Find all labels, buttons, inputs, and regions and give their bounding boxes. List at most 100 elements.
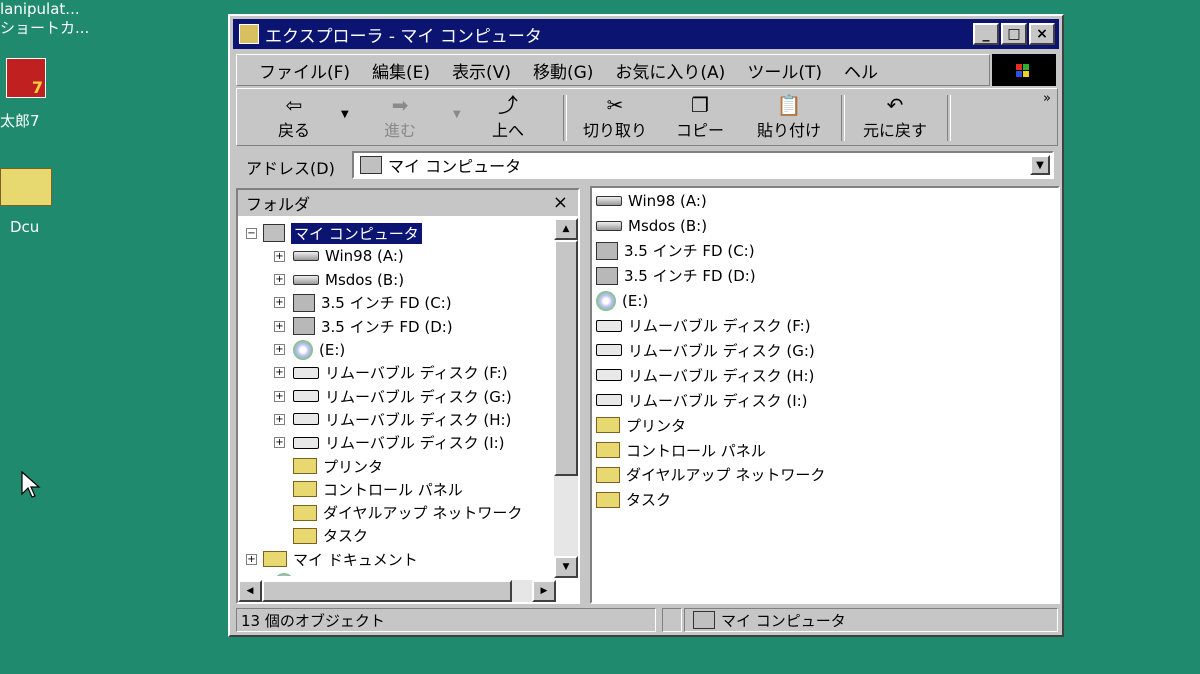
menu-view[interactable]: 表示(V) xyxy=(452,58,511,83)
menu-tools[interactable]: ツール(T) xyxy=(747,58,822,83)
address-dropdown-icon[interactable]: ▼ xyxy=(1030,155,1050,175)
list-item[interactable]: プリンタ xyxy=(596,414,686,436)
scroll-down-icon[interactable]: ▼ xyxy=(554,556,578,578)
tree-item[interactable]: + (E:) xyxy=(274,339,345,361)
cut-label: 切り取り xyxy=(582,121,647,140)
cut-button[interactable]: ✂ 切り取り xyxy=(573,93,657,143)
scroll-thumb[interactable] xyxy=(554,240,578,476)
expand-icon[interactable]: + xyxy=(274,390,285,402)
list-item-label: Msdos (B:) xyxy=(628,216,708,235)
folder-tree: − マイ コンピュータ + Win98 (A:) + Msdos (B:) +3.5 イ… xyxy=(238,220,556,576)
scroll-up-icon[interactable]: ▲ xyxy=(554,218,578,240)
fold-icon xyxy=(596,442,620,458)
tree-item-label: プリンタ xyxy=(323,457,384,476)
menu-file[interactable]: ファイル(F) xyxy=(259,58,350,83)
fd-icon xyxy=(293,317,315,336)
fold-icon xyxy=(596,466,620,483)
list-item[interactable]: リムーバブル ディスク (H:) xyxy=(596,364,814,386)
maximize-button[interactable]: □ xyxy=(1001,23,1027,45)
list-item[interactable]: コントロール パネル xyxy=(596,439,766,461)
taro7-desktop-icon[interactable]: 7 xyxy=(2,58,54,98)
expand-icon[interactable]: + xyxy=(246,553,257,565)
expand-icon[interactable]: + xyxy=(274,297,285,309)
list-item[interactable]: リムーバブル ディスク (F:) xyxy=(596,315,811,337)
scissors-icon: ✂ xyxy=(606,93,624,117)
tree-item[interactable]: + リムーバブル ディスク (H:) xyxy=(274,408,511,430)
tree-item[interactable]: + リムーバブル ディスク (F:) xyxy=(274,362,508,384)
folder-pane-close-icon[interactable]: × xyxy=(553,192,568,213)
tree-vertical-scrollbar[interactable]: ▲ ▼ xyxy=(554,218,578,578)
desktop-shortcut-label[interactable]: lanipulat... ショートカ... xyxy=(0,0,89,38)
list-item[interactable]: リムーバブル ディスク (I:) xyxy=(596,389,808,411)
window-title: エクスプローラ - マイ コンピュータ xyxy=(265,26,542,47)
up-button[interactable]: ⤴ 上へ xyxy=(473,93,543,143)
list-item-label: ダイヤルアップ ネットワーク xyxy=(626,466,826,485)
list-item[interactable]: 3.5 インチ FD (D:) xyxy=(596,265,756,287)
list-item[interactable]: リムーバブル ディスク (G:) xyxy=(596,339,815,361)
back-dropdown-icon[interactable]: ▼ xyxy=(341,109,349,120)
expand-icon[interactable]: + xyxy=(274,367,285,379)
dcu-desktop-icon[interactable]: Dcu xyxy=(0,168,60,236)
rem-icon xyxy=(293,413,319,426)
fold-icon xyxy=(293,481,317,498)
tree-item[interactable]: + Win98 (A:) xyxy=(274,245,404,267)
expand-icon[interactable]: + xyxy=(274,250,285,262)
fold-icon xyxy=(596,417,620,434)
tree-item[interactable]: +3.5 インチ FD (C:) xyxy=(274,292,452,314)
address-field[interactable]: マイ コンピュータ ▼ xyxy=(352,151,1054,179)
list-item-label: リムーバブル ディスク (F:) xyxy=(628,317,811,335)
menu-edit[interactable]: 編集(E) xyxy=(372,58,430,83)
scroll-left-icon[interactable]: ◀ xyxy=(238,580,262,602)
shortcut-label-line-2: ショートカ... xyxy=(0,19,90,37)
copy-button[interactable]: ❐ コピー xyxy=(665,93,735,143)
list-item[interactable]: Msdos (B:) xyxy=(596,215,707,237)
address-label: アドレス(D) xyxy=(246,159,335,178)
my-documents-folder-icon xyxy=(263,551,287,568)
minimize-button[interactable]: _ xyxy=(973,23,999,45)
tree-item-my-documents[interactable]: + マイ ドキュメント xyxy=(246,548,418,570)
expand-icon[interactable]: + xyxy=(274,344,285,355)
forward-dropdown-icon[interactable]: ▼ xyxy=(453,109,461,120)
list-item-label: Win98 (A:) xyxy=(628,192,707,210)
forward-button[interactable]: ➡ 進む xyxy=(365,93,435,143)
close-button[interactable]: × xyxy=(1029,23,1055,45)
explorer-app-icon xyxy=(239,24,259,44)
menu-favorites[interactable]: お気に入り(A) xyxy=(615,58,725,83)
tree-item[interactable]: ダイヤルアップ ネットワーク xyxy=(293,502,522,524)
expand-icon[interactable]: + xyxy=(274,413,285,425)
tree-item[interactable]: + Msdos (B:) xyxy=(274,269,404,291)
list-item-label: プリンタ xyxy=(626,416,687,435)
list-item[interactable]: タスク xyxy=(596,489,671,511)
expand-icon[interactable]: + xyxy=(274,437,285,449)
tree-item[interactable]: + リムーバブル ディスク (G:) xyxy=(274,385,512,407)
toolbar-chevron-icon[interactable]: » xyxy=(1043,91,1051,106)
collapse-icon[interactable]: − xyxy=(246,227,257,239)
list-item[interactable]: Win98 (A:) xyxy=(596,190,707,212)
tree-item-my-computer[interactable]: − マイ コンピュータ xyxy=(246,221,423,245)
scroll-right-icon[interactable]: ▶ xyxy=(532,580,556,602)
list-item[interactable]: (E:) xyxy=(596,290,648,312)
menu-help[interactable]: ヘル xyxy=(844,58,878,83)
tree-item[interactable]: タスク xyxy=(293,525,368,547)
title-bar[interactable]: エクスプローラ - マイ コンピュータ _ □ × xyxy=(233,19,1059,49)
forward-label: 進む xyxy=(383,121,416,140)
folder-pane: フォルダ × − マイ コンピュータ + Win98 (A:) + Msdos (B:… xyxy=(236,188,580,604)
back-button[interactable]: ⇦ 戻る xyxy=(259,93,329,143)
paste-button[interactable]: 📋 貼り付け xyxy=(747,93,831,143)
list-item[interactable]: 3.5 インチ FD (C:) xyxy=(596,240,755,262)
folder-pane-title: フォルダ xyxy=(246,195,311,214)
menu-go[interactable]: 移動(G) xyxy=(533,58,593,83)
hscroll-thumb[interactable] xyxy=(262,580,512,602)
tree-item-label: 3.5 インチ FD (C:) xyxy=(321,294,452,313)
tree-item-internet-explorer[interactable]: Internet Explorer xyxy=(274,572,427,576)
undo-button[interactable]: ↶ 元に戻す xyxy=(851,93,939,143)
tree-item[interactable]: プリンタ xyxy=(293,455,383,477)
expand-icon[interactable]: + xyxy=(274,320,285,332)
tree-horizontal-scrollbar[interactable]: ◀ ▶ xyxy=(238,580,556,602)
tree-item[interactable]: +3.5 インチ FD (D:) xyxy=(274,315,453,337)
list-item[interactable]: ダイヤルアップ ネットワーク xyxy=(596,464,825,486)
tree-item[interactable]: + リムーバブル ディスク (I:) xyxy=(274,432,505,454)
tree-item-label: Win98 (A:) xyxy=(325,247,404,266)
tree-item[interactable]: コントロール パネル xyxy=(293,478,463,500)
expand-icon[interactable]: + xyxy=(274,274,285,286)
